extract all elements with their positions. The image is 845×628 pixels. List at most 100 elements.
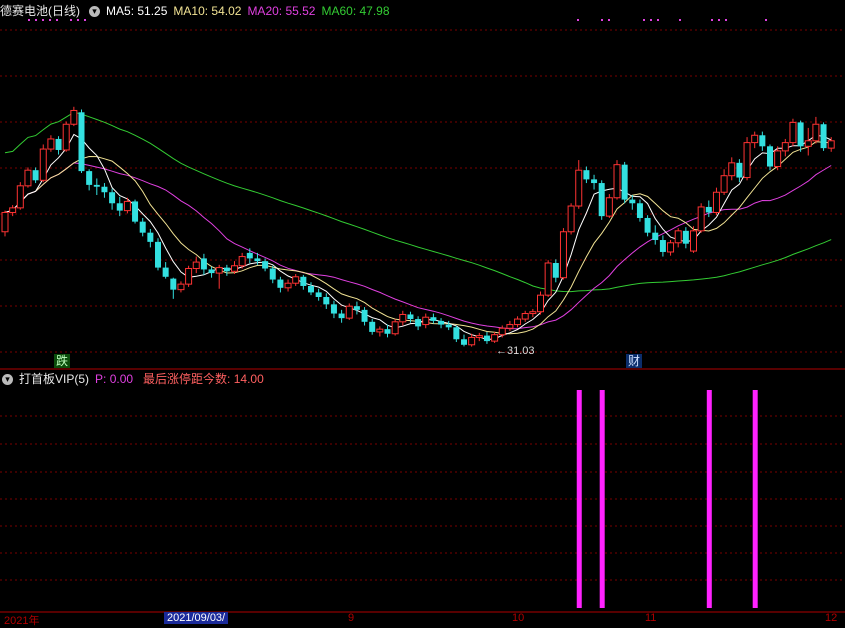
candle-body	[162, 267, 169, 277]
candle-body	[330, 304, 337, 314]
candle-body	[70, 109, 78, 125]
candle-body	[529, 311, 537, 315]
candle	[315, 288, 322, 301]
candle	[86, 169, 93, 191]
candle	[338, 309, 345, 323]
candle	[529, 308, 537, 318]
candle	[804, 127, 812, 156]
candle	[323, 293, 330, 309]
candlesticks[interactable]	[1, 106, 835, 347]
candle-body	[170, 278, 177, 290]
candle-body	[292, 276, 300, 284]
stock-name[interactable]: 德赛电池	[0, 4, 48, 18]
candle	[544, 260, 552, 297]
candle-body	[759, 135, 766, 147]
candle	[652, 225, 659, 245]
candle-body	[86, 171, 93, 185]
candle	[682, 227, 689, 249]
candle-body	[438, 320, 445, 325]
top-dot	[679, 19, 681, 21]
candle-body	[284, 282, 292, 289]
candle	[483, 331, 490, 344]
ma5-path	[4, 133, 832, 341]
low-price-label: ←31.03	[496, 345, 535, 357]
candle-body	[682, 230, 689, 244]
candle-body	[139, 221, 146, 233]
p-value: P: 0.00	[95, 372, 134, 386]
candle-body	[192, 261, 200, 270]
die-marker[interactable]: 跌	[54, 354, 71, 368]
cai-marker[interactable]: 财	[626, 354, 643, 368]
candle	[712, 187, 720, 216]
candle-body	[55, 138, 62, 150]
candle	[736, 159, 743, 183]
candle-body	[720, 175, 728, 193]
candle-body	[812, 123, 820, 142]
candle-body	[537, 294, 544, 313]
candle-body	[514, 318, 522, 326]
candle-body	[583, 170, 590, 180]
candle-body	[674, 230, 682, 244]
ma5-label: MA5: 51.25	[106, 4, 168, 18]
candle	[567, 203, 575, 235]
top-dot	[657, 19, 659, 21]
chevron-down-icon[interactable]: ▾	[2, 374, 13, 386]
ma5-line	[4, 133, 832, 341]
top-dot	[577, 19, 579, 21]
ma10-label: MA10: 54.02	[173, 4, 242, 18]
candle	[238, 252, 246, 269]
candle	[399, 310, 407, 326]
candle	[636, 199, 643, 222]
candle-body	[652, 232, 659, 241]
candle	[575, 160, 583, 209]
indicator-name[interactable]: 打首板VIP(5)	[19, 372, 89, 386]
candle	[155, 238, 161, 271]
candle-body	[78, 112, 85, 172]
candle-body	[506, 324, 514, 329]
chevron-down-icon[interactable]: ▾	[89, 6, 101, 18]
candle	[277, 276, 284, 293]
candle-body	[422, 316, 430, 326]
ma20-path	[4, 162, 832, 330]
candle	[1, 210, 9, 237]
candle	[269, 265, 276, 284]
candle-body	[32, 170, 39, 181]
candle-body	[636, 203, 643, 218]
candle	[728, 157, 736, 181]
candle-body	[690, 230, 697, 252]
candle	[215, 264, 223, 289]
candle-body	[567, 205, 575, 233]
candle-body	[820, 124, 827, 149]
candle-body	[93, 184, 100, 187]
candle-body	[453, 327, 460, 340]
candle-body	[743, 142, 751, 179]
date-axis-highlight[interactable]: 2021/09/03/	[164, 612, 229, 624]
candle-body	[262, 261, 269, 269]
top-dot	[765, 19, 767, 21]
candle-body	[24, 169, 32, 187]
candle	[123, 197, 131, 214]
candle	[292, 274, 300, 286]
candle-body	[544, 262, 552, 296]
candle-body	[712, 191, 720, 213]
candle	[430, 313, 437, 324]
candle	[32, 167, 39, 184]
candle	[132, 199, 139, 224]
period-label: (日线)	[48, 4, 81, 18]
ma20-label: MA20: 55.52	[247, 4, 316, 18]
candle-body	[315, 292, 322, 297]
candle-body	[338, 313, 345, 319]
candle	[759, 131, 766, 151]
candle	[514, 316, 522, 328]
candle	[376, 326, 384, 337]
candle-body	[483, 335, 490, 342]
ma10-path	[4, 141, 832, 335]
candle	[139, 217, 146, 237]
candle-body	[728, 162, 736, 177]
candle	[506, 320, 514, 331]
candle	[361, 307, 368, 326]
top-dot	[608, 19, 610, 21]
kline-chart[interactable]	[0, 0, 845, 619]
candle-body	[116, 203, 123, 211]
candle	[537, 291, 544, 315]
